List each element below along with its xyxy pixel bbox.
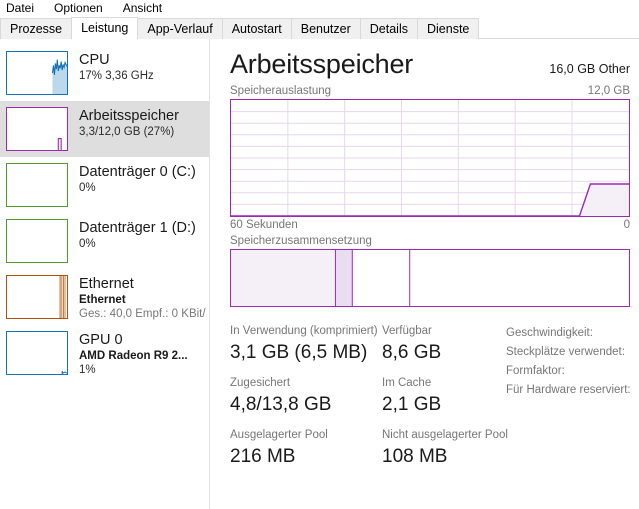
tab-details[interactable]: Details — [359, 18, 418, 39]
hw-slots: Steckplätze verwendet: — [506, 343, 637, 362]
stat-nonpaged-pool-value: 108 MB — [382, 446, 448, 467]
sidebar-gpu-0-title: GPU 0 — [79, 332, 123, 348]
sidebar-disk-1-title: Datenträger 1 (D:) — [79, 220, 196, 236]
hw-slots-value — [625, 343, 631, 362]
stat-cached: Im Cache 2,1 GB — [382, 375, 492, 418]
memory-composition-bar — [230, 249, 630, 307]
stat-row-2: Zugesichert 4,8/13,8 GB Im Cache 2,1 GB — [230, 375, 496, 418]
sidebar-ethernet-text: Ethernet Ethernet Ges.: 40,0 Empf.: 0 KB… — [68, 275, 206, 321]
stat-row-3: Ausgelagerter Pool 216 MB Nicht ausgelag… — [230, 427, 508, 470]
sidebar-ethernet-title: Ethernet — [79, 276, 134, 292]
stat-in-use: In Verwendung (komprimiert) 3,1 GB (6,5 … — [230, 323, 382, 366]
sidebar-item-gpu-0[interactable]: GPU 0 AMD Radeon R9 2... 1% — [0, 325, 209, 381]
stat-available-value: 8,6 GB — [382, 342, 442, 363]
hw-speed-value — [593, 324, 599, 343]
hw-reserved-value — [631, 381, 637, 400]
resource-sidebar[interactable]: CPU 17% 3,36 GHz Arbeitsspeicher 3,3/12,… — [0, 39, 210, 509]
hw-speed: Geschwindigkeit: — [506, 324, 637, 343]
hw-formfactor-label: Formfaktor: — [506, 365, 565, 377]
ethernet-thumbnail-graph — [6, 275, 68, 319]
memory-stats: In Verwendung (komprimiert) 3,1 GB (6,5 … — [230, 323, 631, 470]
sidebar-memory-text: Arbeitsspeicher 3,3/12,0 GB (27%) — [68, 107, 179, 139]
sidebar-cpu-title: CPU — [79, 52, 110, 68]
sidebar-ethernet-throughput: Ges.: 40,0 Empf.: 0 KBit/ — [79, 308, 206, 320]
sidebar-disk-1-text: Datenträger 1 (D:) 0% — [68, 219, 196, 251]
content-area: CPU 17% 3,36 GHz Arbeitsspeicher 3,3/12,… — [0, 39, 639, 509]
graph-axis-right: 0 — [623, 219, 630, 231]
sidebar-memory-title: Arbeitsspeicher — [79, 108, 179, 124]
sidebar-gpu-0-text: GPU 0 AMD Radeon R9 2... 1% — [68, 331, 188, 377]
stat-in-use-value: 3,1 GB (6,5 MB) — [230, 342, 368, 363]
gpu0-thumbnail-graph — [6, 331, 68, 375]
stat-nonpaged-pool: Nicht ausgelagerter Pool 108 MB — [382, 427, 508, 470]
sidebar-disk-0-title: Datenträger 0 (C:) — [79, 164, 196, 180]
memory-stats-left: In Verwendung (komprimiert) 3,1 GB (6,5 … — [230, 323, 508, 470]
stat-available-label: Verfügbar — [382, 325, 432, 337]
sidebar-item-disk-0[interactable]: Datenträger 0 (C:) 0% — [0, 157, 209, 213]
hw-reserved: Für Hardware reserviert: — [506, 381, 637, 400]
disk0-thumbnail-graph — [6, 163, 68, 207]
tab-dienste[interactable]: Dienste — [416, 18, 480, 39]
sidebar-gpu-0-model: AMD Radeon R9 2... — [79, 350, 188, 362]
graph-max-label: 12,0 GB — [587, 85, 630, 97]
memory-thumbnail-graph — [6, 107, 68, 151]
graph-axis: 60 Sekunden 0 — [230, 219, 630, 231]
hw-formfactor: Formfaktor: — [506, 362, 637, 381]
hw-formfactor-value — [565, 362, 571, 381]
menu-item-optionen[interactable]: Optionen — [54, 0, 114, 17]
stat-cached-value: 2,1 GB — [382, 394, 442, 415]
sidebar-memory-sub: 3,3/12,0 GB (27%) — [79, 126, 175, 138]
page-title: Arbeitsspeicher — [230, 49, 414, 79]
hw-slots-label: Steckplätze verwendet: — [506, 346, 625, 358]
stat-committed-value: 4,8/13,8 GB — [230, 394, 332, 415]
stat-paged-pool-value: 216 MB — [230, 446, 296, 467]
sidebar-gpu-0-usage: 1% — [79, 364, 96, 376]
sidebar-item-cpu[interactable]: CPU 17% 3,36 GHz — [0, 45, 209, 101]
hw-speed-label: Geschwindigkeit: — [506, 327, 593, 339]
sidebar-cpu-text: CPU 17% 3,36 GHz — [68, 51, 154, 83]
panel-header: Arbeitsspeicher 16,0 GB Other — [230, 39, 630, 81]
stat-in-use-label: In Verwendung (komprimiert) — [230, 325, 378, 337]
tab-prozesse[interactable]: Prozesse — [0, 18, 73, 39]
sidebar-item-disk-1[interactable]: Datenträger 1 (D:) 0% — [0, 213, 209, 269]
stat-available: Verfügbar 8,6 GB — [382, 323, 492, 366]
hardware-info: Geschwindigkeit: Steckplätze verwendet: … — [496, 323, 637, 470]
sidebar-cpu-sub: 17% 3,36 GHz — [79, 70, 154, 82]
menu-bar: Datei Optionen Ansicht — [0, 0, 639, 17]
sidebar-disk-0-sub: 0% — [79, 182, 96, 194]
stat-nonpaged-pool-label: Nicht ausgelagerter Pool — [382, 429, 508, 441]
tab-app-verlauf[interactable]: App-Verlauf — [137, 18, 223, 39]
tab-strip: Prozesse Leistung App-Verlauf Autostart … — [0, 17, 639, 39]
stat-paged-pool-label: Ausgelagerter Pool — [230, 429, 328, 441]
sidebar-disk-0-text: Datenträger 0 (C:) 0% — [68, 163, 196, 195]
sidebar-item-memory[interactable]: Arbeitsspeicher 3,3/12,0 GB (27%) — [0, 101, 209, 157]
menu-item-ansicht[interactable]: Ansicht — [123, 0, 173, 17]
tab-benutzer[interactable]: Benutzer — [290, 18, 361, 39]
total-memory-label: 16,0 GB Other — [549, 62, 630, 76]
menu-item-datei[interactable]: Datei — [6, 0, 45, 17]
sidebar-ethernet-adapter: Ethernet — [79, 294, 126, 306]
stat-committed: Zugesichert 4,8/13,8 GB — [230, 375, 382, 418]
memory-usage-graph — [230, 99, 630, 217]
graph-header: Speicherauslastung 12,0 GB — [230, 85, 630, 97]
tab-leistung[interactable]: Leistung — [71, 17, 139, 39]
stat-row-1: In Verwendung (komprimiert) 3,1 GB (6,5 … — [230, 323, 496, 366]
tab-autostart[interactable]: Autostart — [221, 18, 292, 39]
composition-title: Speicherzusammensetzung — [230, 235, 372, 247]
cpu-thumbnail-graph — [6, 51, 68, 95]
stat-cached-label: Im Cache — [382, 377, 432, 389]
hw-reserved-label: Für Hardware reserviert: — [506, 384, 631, 396]
disk1-thumbnail-graph — [6, 219, 68, 263]
graph-title: Speicherauslastung — [230, 85, 332, 97]
sidebar-disk-1-sub: 0% — [79, 238, 96, 250]
memory-detail-panel: Arbeitsspeicher 16,0 GB Other Speicherau… — [210, 39, 639, 509]
sidebar-item-ethernet[interactable]: Ethernet Ethernet Ges.: 40,0 Empf.: 0 KB… — [0, 269, 209, 325]
graph-axis-left: 60 Sekunden — [230, 219, 298, 231]
stat-paged-pool: Ausgelagerter Pool 216 MB — [230, 427, 382, 470]
stat-committed-label: Zugesichert — [230, 377, 291, 389]
